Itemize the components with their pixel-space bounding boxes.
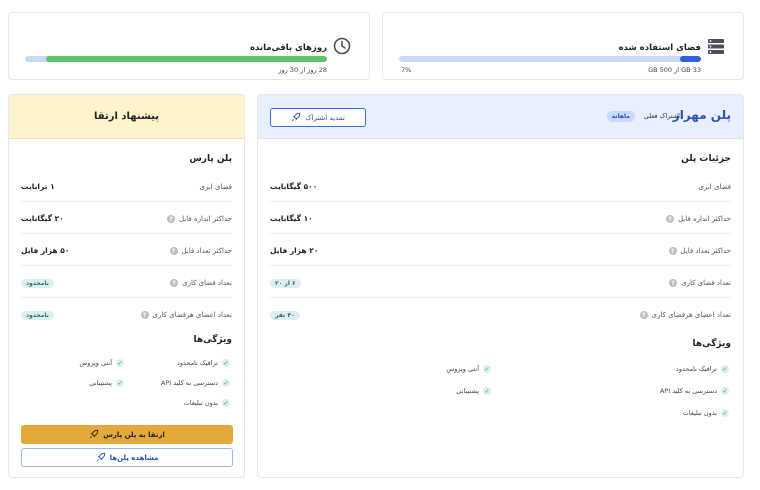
days-progress-bar [25,56,327,62]
days-remaining-card: روزهای باقی‌مانده 28 روز از 30 روز [8,12,370,80]
question-icon[interactable]: ? [170,279,179,287]
storage-percent: 7% [401,66,412,74]
row-value: ۲۰ هزار فایل [270,246,319,255]
feature-item: ✓ پشتیبانی [456,387,491,395]
upgrade-to-pars-button[interactable]: ارتقا به پلن پارس [21,425,233,444]
check-icon: ✓ [721,387,729,395]
upgrade-row-workspaces: تعداد فضای کاری? نامحدود [21,266,232,298]
value-pill: نامحدود [21,279,54,288]
question-icon[interactable]: ? [666,215,674,223]
check-icon: ✓ [116,379,124,387]
row-label: تعداد اعضای هرفضای کاری? [639,311,731,319]
storage-progress-bar [399,56,701,62]
check-icon: ✓ [721,365,729,373]
upgrade-row-storage: فضای ابری ۱ ترابایت [21,170,232,202]
feature-item: ✓ آنتی ویروس [446,365,491,373]
current-plan-card: پلن مهراز اشتراک فعلی ماهانه تمدید اشترا… [257,94,744,478]
row-label: تعداد فضای کاری? [669,279,731,287]
days-remaining-text: 28 روز از 30 روز [278,66,327,74]
question-icon[interactable]: ? [639,311,648,319]
question-icon[interactable]: ? [669,279,678,287]
value-pill: ۶ از ۲۰ [270,279,301,288]
value-pill: ۴۰ نفر [270,311,300,320]
billing-badge: ماهانه [606,111,635,122]
upgrade-row-max-file-size: حداکثر اندازه فایل? ۲۰ گیگابایت [21,202,232,234]
row-label: فضای ابری [698,183,732,191]
row-value: نامحدود [21,310,54,320]
upgrade-features-title: ویژگی‌ها [193,335,232,345]
check-icon: ✓ [483,387,491,395]
upgrade-offer-card: پیشنهاد ارتقا پلن پارس فضای ابری ۱ ترابا… [8,94,245,478]
check-icon: ✓ [116,359,124,367]
renew-subscription-button[interactable]: تمدید اشتراک [270,108,366,127]
plan-row-max-file-size: حداکثر اندازه فایل? ۱۰ گیگابایت [270,202,731,234]
plan-row-members: تعداد اعضای هرفضای کاری? ۴۰ نفر [270,298,731,330]
plan-details-title: جزئیات پلن [681,154,731,164]
row-value: ۱۰ گیگابایت [270,214,313,223]
value-pill: نامحدود [21,311,54,320]
plan-header: پلن مهراز اشتراک فعلی ماهانه تمدید اشترا… [258,95,743,139]
plan-name: پلن مهراز [672,108,731,122]
upgrade-row-max-file-count: حداکثر تعداد فایل? ۵۰ هزار فایل [21,234,232,266]
plan-row-max-file-count: حداکثر تعداد فایل? ۲۰ هزار فایل [270,234,731,266]
storage-used-text: 33 GB از 500 GB [648,66,701,74]
check-icon: ✓ [222,359,230,367]
row-label: فضای ابری [199,183,233,191]
feature-item: ✓ بدون تبلیغات [183,399,230,407]
row-label: حداکثر تعداد فایل? [169,247,232,255]
storage-title: فضای استفاده شده [618,43,701,53]
features-title: ویژگی‌ها [692,339,731,349]
row-value: ۲۰ گیگابایت [21,214,64,223]
plan-row-storage: فضای ابری ۵۰۰ گیگابایت [270,170,731,202]
upgrade-plan-name: پلن پارس [189,154,232,164]
feature-item: ✓ دسترسی به کلید API [160,379,230,387]
storage-progress-fill [679,56,701,62]
server-stack-icon [707,37,725,55]
row-value: ۴۰ نفر [270,310,300,320]
row-value: ۶ از ۲۰ [270,278,301,288]
question-icon[interactable]: ? [167,215,175,223]
feature-item: ✓ ترافیک نامحدود [176,359,230,367]
row-label: حداکثر اندازه فایل? [666,215,731,223]
days-progress-fill [46,56,327,62]
upgrade-button-label: ارتقا به پلن پارس [103,430,165,439]
upgrade-row-members: تعداد اعضای هرفضای کاری? نامحدود [21,298,232,330]
view-plans-button[interactable]: مشاهده پلن‌ها [21,448,233,467]
row-value: نامحدود [21,278,54,288]
feature-item: ✓ دسترسی به کلید API [659,387,729,395]
rocket-icon [291,112,301,124]
check-icon: ✓ [222,399,230,407]
feature-item: ✓ بدون تبلیغات [682,409,729,417]
check-icon: ✓ [721,409,729,417]
row-value: ۵۰ هزار فایل [21,246,70,255]
days-title: روزهای باقی‌مانده [249,43,327,53]
row-label: حداکثر تعداد فایل? [668,247,731,255]
renew-label: تمدید اشتراک [305,113,345,122]
view-plans-label: مشاهده پلن‌ها [109,453,159,462]
storage-usage-card: فضای استفاده شده 33 GB از 500 GB 7% [382,12,744,80]
question-icon[interactable]: ? [140,311,149,319]
row-label: حداکثر اندازه فایل? [167,215,232,223]
row-value: ۱ ترابایت [21,182,55,191]
plan-row-workspaces: تعداد فضای کاری? ۶ از ۲۰ [270,266,731,298]
rocket-icon [89,429,99,441]
feature-item: ✓ آنتی ویروس [79,359,124,367]
question-icon[interactable]: ? [668,247,677,255]
upgrade-header: پیشنهاد ارتقا [9,95,244,139]
plan-subtitle: اشتراک فعلی [643,112,680,120]
clock-icon [333,37,351,55]
check-icon: ✓ [222,379,230,387]
upgrade-title: پیشنهاد ارتقا [94,111,159,122]
row-label: تعداد اعضای هرفضای کاری? [140,311,232,319]
check-icon: ✓ [483,365,491,373]
row-value: ۵۰۰ گیگابایت [270,182,318,191]
feature-item: ✓ ترافیک نامحدود [675,365,729,373]
question-icon[interactable]: ? [169,247,178,255]
row-label: تعداد فضای کاری? [170,279,232,287]
feature-item: ✓ پشتیبانی [89,379,124,387]
rocket-icon [96,452,106,464]
